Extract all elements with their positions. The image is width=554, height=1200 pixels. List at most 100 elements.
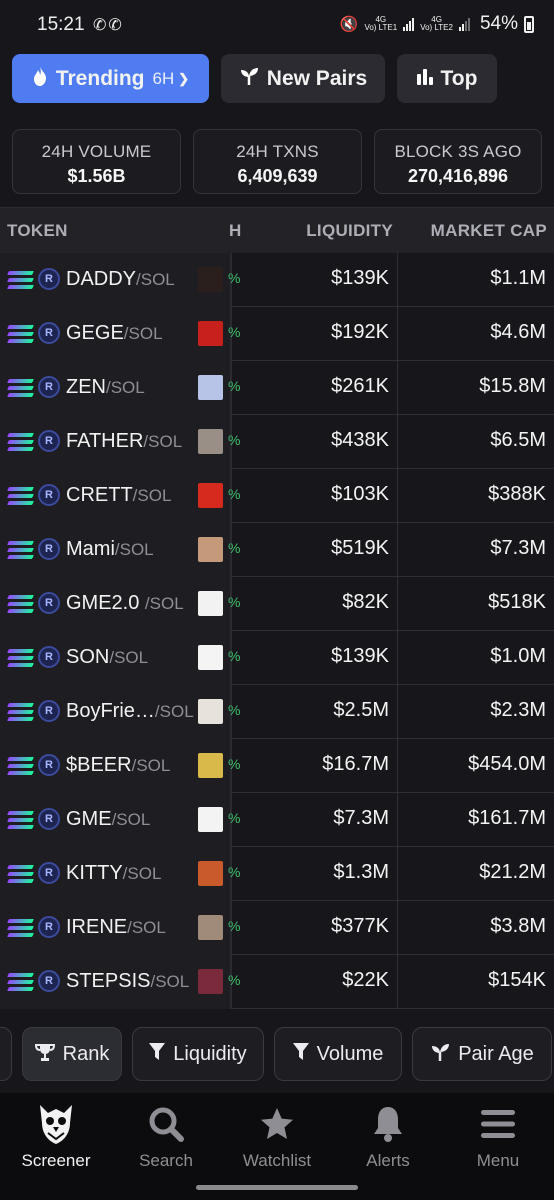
filter-button-partial[interactable] bbox=[0, 1027, 12, 1081]
change-indicator: % bbox=[228, 810, 241, 826]
column-header-h[interactable]: H bbox=[229, 221, 242, 241]
wifi-call-icon: ✆✆ bbox=[93, 17, 124, 34]
token-image bbox=[198, 537, 223, 562]
market-cap-value: $1.1M bbox=[490, 267, 546, 289]
liquidity-value: $103K bbox=[331, 483, 389, 505]
chevron-down-icon: ❯ bbox=[178, 70, 190, 86]
nav-screener[interactable]: Screener bbox=[1, 1103, 111, 1171]
raydium-icon: R bbox=[38, 862, 60, 884]
raydium-icon: R bbox=[38, 430, 60, 452]
token-symbol: GEGE bbox=[66, 322, 124, 344]
liquidity-cell: $22K bbox=[245, 955, 398, 1009]
filter-rank-button[interactable]: Rank bbox=[22, 1027, 122, 1081]
filter-pair-age-label: Pair Age bbox=[458, 1042, 534, 1065]
tab-new-pairs-label: New Pairs bbox=[266, 66, 368, 90]
liquidity-value: $192K bbox=[331, 321, 389, 343]
market-cap-value: $454.0M bbox=[468, 753, 546, 775]
table-row[interactable]: R SON/SOL% $139K $1.0M bbox=[0, 631, 554, 685]
token-name: DADDY/SOL bbox=[66, 268, 175, 291]
table-row[interactable]: R STEPSIS/SOL% $22K $154K bbox=[0, 955, 554, 1009]
market-cap-cell: $454.0M bbox=[398, 739, 554, 793]
table-row[interactable]: R GME2.0 /SOL% $82K $518K bbox=[0, 577, 554, 631]
liquidity-cell: $16.7M bbox=[245, 739, 398, 793]
token-image bbox=[198, 915, 223, 940]
change-indicator: % bbox=[228, 324, 241, 340]
token-pair: /SOL bbox=[131, 756, 171, 775]
market-cap-cell: $4.6M bbox=[398, 307, 554, 361]
token-pair: /SOL bbox=[150, 972, 190, 991]
nav-alerts[interactable]: Alerts bbox=[333, 1103, 443, 1171]
tab-top[interactable]: Top bbox=[397, 54, 497, 103]
signal-icon bbox=[458, 17, 470, 31]
table-row[interactable]: R $BEER/SOL% $16.7M $454.0M bbox=[0, 739, 554, 793]
token-symbol: DADDY bbox=[66, 268, 137, 290]
table-row[interactable]: R GEGE/SOL% $192K $4.6M bbox=[0, 307, 554, 361]
token-pair: /SOL bbox=[144, 594, 184, 613]
column-header-market-cap[interactable]: MARKET CAP bbox=[431, 221, 547, 241]
filter-volume-button[interactable]: Volume bbox=[274, 1027, 402, 1081]
tab-new-pairs[interactable]: New Pairs bbox=[221, 54, 385, 103]
nav-watchlist[interactable]: Watchlist bbox=[222, 1103, 332, 1171]
table-row[interactable]: R Mami/SOL% $519K $7.3M bbox=[0, 523, 554, 577]
nav-search[interactable]: Search bbox=[111, 1103, 221, 1171]
stat-value: $1.56B bbox=[67, 166, 126, 186]
change-indicator: % bbox=[228, 432, 241, 448]
table-row[interactable]: R CRETT/SOL% $103K $388K bbox=[0, 469, 554, 523]
solana-icon bbox=[7, 919, 34, 937]
nav-menu[interactable]: Menu bbox=[443, 1103, 553, 1171]
change-indicator: % bbox=[228, 702, 241, 718]
bar-chart-icon bbox=[416, 67, 433, 91]
filter-liquidity-button[interactable]: Liquidity bbox=[132, 1027, 264, 1081]
token-image bbox=[198, 267, 223, 292]
token-cell: R GME2.0 /SOL% bbox=[0, 577, 240, 631]
table-row[interactable]: R KITTY/SOL% $1.3M $21.2M bbox=[0, 847, 554, 901]
raydium-icon: R bbox=[38, 808, 60, 830]
bell-icon bbox=[333, 1103, 443, 1145]
token-table: R DADDY/SOL% $139K $1.1M R GEGE/SOL% $192K $4.6… bbox=[0, 253, 554, 1013]
table-row[interactable]: R DADDY/SOL% $139K $1.1M bbox=[0, 253, 554, 307]
table-row[interactable]: R IRENE/SOL% $377K $3.8M bbox=[0, 901, 554, 955]
token-pair: /SOL bbox=[106, 378, 145, 397]
market-cap-value: $161.7M bbox=[468, 807, 546, 829]
token-name: GEGE/SOL bbox=[66, 322, 163, 345]
nav-label: Watchlist bbox=[242, 1151, 312, 1170]
market-cap-value: $4.6M bbox=[490, 321, 546, 343]
filter-pair-age-button[interactable]: Pair Age bbox=[412, 1027, 552, 1081]
stats-panel: 24H VOLUME $1.56B 24H TXNS 6,409,639 BLO… bbox=[12, 129, 542, 194]
liquidity-cell: $82K bbox=[245, 577, 398, 631]
token-image bbox=[198, 807, 223, 832]
token-image bbox=[198, 645, 223, 670]
solana-icon bbox=[7, 973, 34, 991]
nav-label: Search bbox=[139, 1151, 193, 1170]
token-name: GME/SOL bbox=[66, 808, 150, 831]
search-icon bbox=[111, 1103, 221, 1145]
market-cap-cell: $3.8M bbox=[398, 901, 554, 955]
trophy-icon bbox=[34, 1043, 55, 1066]
status-time: 15:21 bbox=[37, 14, 85, 35]
market-cap-value: $1.0M bbox=[490, 645, 546, 667]
market-cap-cell: $6.5M bbox=[398, 415, 554, 469]
change-indicator: % bbox=[228, 378, 241, 394]
token-image bbox=[198, 969, 223, 994]
column-header-token[interactable]: TOKEN bbox=[7, 221, 68, 241]
table-row[interactable]: R BoyFrie…/SOL% $2.5M $2.3M bbox=[0, 685, 554, 739]
market-cap-cell: $21.2M bbox=[398, 847, 554, 901]
column-header-liquidity[interactable]: LIQUIDITY bbox=[306, 221, 393, 241]
liquidity-value: $16.7M bbox=[322, 753, 389, 775]
raydium-icon: R bbox=[38, 646, 60, 668]
liquidity-cell: $103K bbox=[245, 469, 398, 523]
token-pair: /SOL bbox=[154, 702, 194, 721]
table-row[interactable]: R ZEN/SOL% $261K $15.8M bbox=[0, 361, 554, 415]
change-indicator: % bbox=[228, 918, 241, 934]
sprout-icon bbox=[239, 67, 259, 91]
home-indicator[interactable] bbox=[196, 1185, 358, 1190]
market-cap-cell: $1.0M bbox=[398, 631, 554, 685]
flame-icon bbox=[32, 65, 48, 92]
tab-trending[interactable]: Trending 6H ❯ bbox=[12, 54, 209, 103]
filter-rank-label: Rank bbox=[62, 1042, 110, 1065]
table-row[interactable]: R GME/SOL% $7.3M $161.7M bbox=[0, 793, 554, 847]
table-row[interactable]: R FATHER/SOL% $438K $6.5M bbox=[0, 415, 554, 469]
token-image bbox=[198, 699, 223, 724]
token-pair: /SOL bbox=[123, 324, 163, 343]
token-image bbox=[198, 591, 223, 616]
